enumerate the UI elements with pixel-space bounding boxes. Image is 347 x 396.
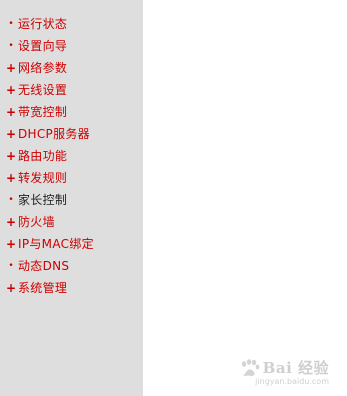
sidebar-item-label: 动态DNS: [18, 259, 70, 273]
expand-plus-icon: +: [6, 171, 17, 185]
sidebar-item-label: 路由功能: [18, 149, 68, 163]
sidebar-item[interactable]: + 无线设置: [0, 79, 143, 101]
sidebar-item[interactable]: + IP与MAC绑定: [0, 233, 143, 255]
sidebar-item[interactable]: + 网络参数: [0, 57, 143, 79]
expand-plus-icon: +: [6, 215, 17, 229]
sidebar-item-label: 家长控制: [18, 193, 68, 207]
sidebar-item[interactable]: • 设置向导: [0, 35, 143, 57]
sidebar-item[interactable]: • 运行状态: [0, 13, 143, 35]
sidebar-item[interactable]: + 防火墙: [0, 211, 143, 233]
sidebar-item[interactable]: + 路由功能: [0, 145, 143, 167]
sidebar-item[interactable]: + 转发规则: [0, 167, 143, 189]
sidebar-item-label: DHCP服务器: [18, 127, 90, 141]
router-admin-page: • 运行状态 • 设置向导 + 网络参数 + 无线设置 + 带宽控制 + DHCP服务器 + 路由功能 + 转…: [0, 0, 347, 396]
sidebar-item-label: 防火墙: [18, 215, 55, 229]
sidebar-item[interactable]: + 带宽控制: [0, 101, 143, 123]
sidebar-item-label: 网络参数: [18, 61, 68, 75]
sidebar-item-label: IP与MAC绑定: [18, 237, 94, 251]
watermark: Bai 经验 jingyan.baidu.com: [240, 357, 329, 386]
bullet-dot-icon: •: [8, 41, 14, 51]
watermark-subtext: jingyan.baidu.com: [255, 377, 329, 386]
watermark-text: Bai 经验: [262, 359, 329, 377]
sidebar-item[interactable]: + 系统管理: [0, 277, 143, 299]
expand-plus-icon: +: [6, 281, 17, 295]
bullet-dot-icon: •: [8, 261, 14, 271]
sidebar-item-label: 运行状态: [18, 17, 68, 31]
sidebar-item-label: 无线设置: [18, 83, 68, 97]
expand-plus-icon: +: [6, 105, 17, 119]
expand-plus-icon: +: [6, 127, 17, 141]
main-content-area: Bai 经验 jingyan.baidu.com: [143, 0, 347, 396]
expand-plus-icon: +: [6, 237, 17, 251]
sidebar-item[interactable]: • 动态DNS: [0, 255, 143, 277]
paw-icon: [241, 358, 259, 376]
sidebar-item-label: 设置向导: [18, 39, 68, 53]
sidebar-item[interactable]: + DHCP服务器: [0, 123, 143, 145]
expand-plus-icon: +: [6, 61, 17, 75]
menu-list: • 运行状态 • 设置向导 + 网络参数 + 无线设置 + 带宽控制 + DHCP服务器 + 路由功能 + 转…: [0, 13, 143, 299]
bullet-dot-icon: •: [8, 195, 14, 205]
bullet-dot-icon: •: [8, 19, 14, 29]
expand-plus-icon: +: [6, 83, 17, 97]
sidebar-item[interactable]: • 家长控制: [0, 189, 143, 211]
sidebar-menu: • 运行状态 • 设置向导 + 网络参数 + 无线设置 + 带宽控制 + DHCP服务器 + 路由功能 + 转…: [0, 0, 143, 396]
sidebar-item-label: 带宽控制: [18, 105, 68, 119]
sidebar-item-label: 系统管理: [18, 281, 68, 295]
sidebar-item-label: 转发规则: [18, 171, 68, 185]
expand-plus-icon: +: [6, 149, 17, 163]
